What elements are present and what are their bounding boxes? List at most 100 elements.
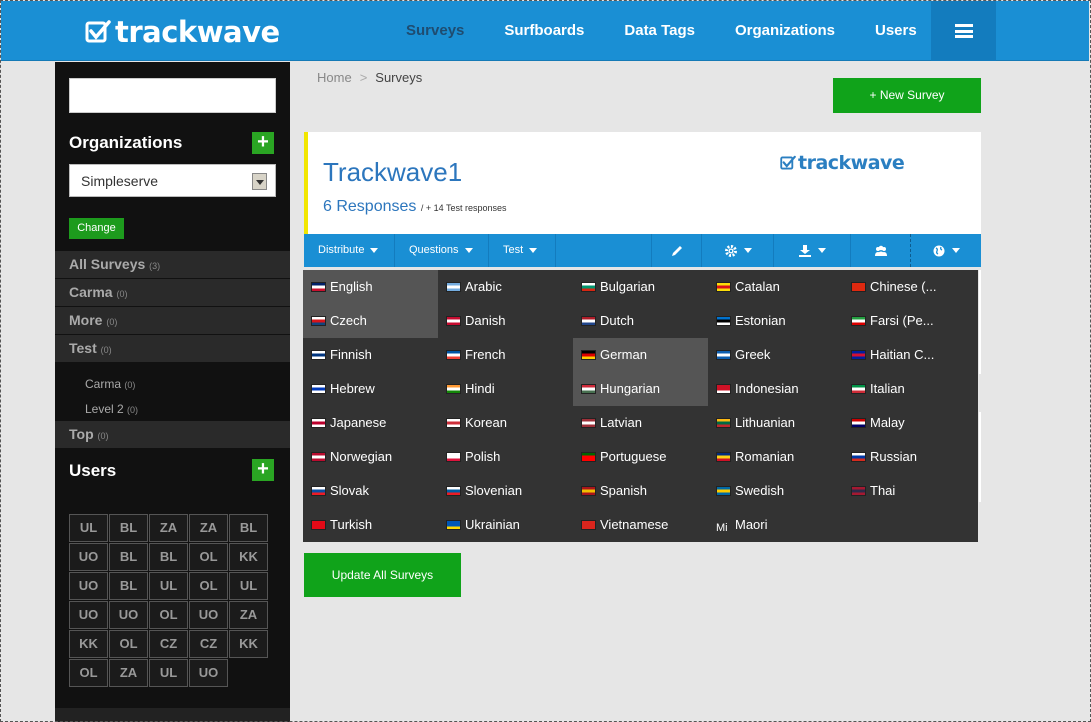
language-option[interactable]: Slovak <box>303 474 438 508</box>
update-all-surveys-button[interactable]: Update All Surveys <box>304 553 461 597</box>
language-option[interactable]: Arabic <box>438 270 573 304</box>
app-logo[interactable]: trackwave <box>85 15 280 49</box>
language-option[interactable]: Ukrainian <box>438 508 573 542</box>
language-option[interactable]: Finnish <box>303 338 438 372</box>
user-avatar-tile[interactable]: UO <box>189 659 228 687</box>
language-option[interactable]: Estonian <box>708 304 843 338</box>
group-test[interactable]: Test (0) <box>55 335 290 363</box>
language-option[interactable]: Mi Maori <box>708 508 843 542</box>
nav-data-tags[interactable]: Data Tags <box>604 1 715 61</box>
add-user-button[interactable]: + <box>252 459 274 481</box>
group-top[interactable]: Top (0) <box>55 421 290 449</box>
language-option[interactable]: Malay <box>843 406 978 440</box>
nav-organizations[interactable]: Organizations <box>715 1 855 61</box>
language-option[interactable]: Russian <box>843 440 978 474</box>
sidebar-search-input[interactable] <box>69 78 276 113</box>
language-dropdown[interactable] <box>910 234 981 267</box>
user-avatar-tile[interactable]: UO <box>109 601 148 629</box>
language-option[interactable]: Dutch <box>573 304 708 338</box>
language-option[interactable]: Indonesian <box>708 372 843 406</box>
user-avatar-tile[interactable]: KK <box>229 630 268 658</box>
user-avatar-tile[interactable]: UL <box>149 572 188 600</box>
user-avatar-tile[interactable]: BL <box>109 572 148 600</box>
language-option[interactable]: Greek <box>708 338 843 372</box>
questions-dropdown[interactable]: Questions <box>395 234 489 267</box>
collaborators-button[interactable] <box>850 234 910 267</box>
language-option[interactable]: Haitian C... <box>843 338 978 372</box>
language-option[interactable]: Lithuanian <box>708 406 843 440</box>
language-option[interactable]: Bulgarian <box>573 270 708 304</box>
language-option[interactable]: English <box>303 270 438 304</box>
user-avatar-tile[interactable]: BL <box>109 514 148 542</box>
responses-link[interactable]: 6 Responses <box>323 198 416 215</box>
user-avatar-tile[interactable]: ZA <box>109 659 148 687</box>
language-option[interactable]: Danish <box>438 304 573 338</box>
user-avatar-tile[interactable]: UL <box>69 514 108 542</box>
user-avatar-tile[interactable]: ZA <box>229 601 268 629</box>
subgroup-carma[interactable]: Carma (0) <box>55 371 290 396</box>
user-avatar-tile[interactable]: OL <box>189 572 228 600</box>
language-option[interactable]: German <box>573 338 708 372</box>
subgroup-level-2[interactable]: Level 2 (0) <box>55 396 290 421</box>
language-option[interactable]: Korean <box>438 406 573 440</box>
language-option[interactable]: Farsi (Pe... <box>843 304 978 338</box>
language-option[interactable]: Portuguese <box>573 440 708 474</box>
language-option[interactable]: French <box>438 338 573 372</box>
language-option[interactable]: Catalan <box>708 270 843 304</box>
user-avatar-tile[interactable]: UO <box>189 601 228 629</box>
language-option[interactable]: Vietnamese <box>573 508 708 542</box>
language-option[interactable]: Hindi <box>438 372 573 406</box>
user-avatar-tile[interactable]: BL <box>149 543 188 571</box>
user-avatar-tile[interactable]: CZ <box>149 630 188 658</box>
nav-surveys[interactable]: Surveys <box>386 1 484 61</box>
new-survey-button[interactable]: + New Survey <box>833 78 981 113</box>
download-dropdown[interactable] <box>773 234 850 267</box>
user-avatar-tile[interactable]: ZA <box>189 514 228 542</box>
settings-dropdown[interactable] <box>701 234 773 267</box>
nav-users[interactable]: Users <box>855 1 937 61</box>
user-avatar-tile[interactable]: OL <box>69 659 108 687</box>
language-option[interactable]: Latvian <box>573 406 708 440</box>
language-option[interactable]: Thai <box>843 474 978 508</box>
user-avatar-tile[interactable]: UL <box>149 659 188 687</box>
group-more[interactable]: More (0) <box>55 307 290 335</box>
add-organization-button[interactable]: + <box>252 132 274 154</box>
user-avatar-tile[interactable]: UO <box>69 543 108 571</box>
survey-title[interactable]: Trackwave1 <box>323 157 462 188</box>
language-option[interactable]: Turkish <box>303 508 438 542</box>
breadcrumb-home[interactable]: Home <box>317 70 352 85</box>
language-option[interactable]: Hebrew <box>303 372 438 406</box>
language-option[interactable]: Romanian <box>708 440 843 474</box>
language-option[interactable]: Japanese <box>303 406 438 440</box>
nav-surfboards[interactable]: Surfboards <box>484 1 604 61</box>
user-avatar-tile[interactable]: KK <box>229 543 268 571</box>
group-all-surveys[interactable]: All Surveys (3) <box>55 251 290 279</box>
language-option[interactable]: Slovenian <box>438 474 573 508</box>
user-avatar-tile[interactable]: KK <box>69 630 108 658</box>
user-avatar-tile[interactable]: OL <box>189 543 228 571</box>
user-avatar-tile[interactable]: UL <box>229 572 268 600</box>
user-avatar-tile[interactable]: OL <box>149 601 188 629</box>
user-avatar-tile[interactable]: UO <box>69 601 108 629</box>
user-avatar-tile[interactable]: UO <box>69 572 108 600</box>
language-option[interactable]: Polish <box>438 440 573 474</box>
distribute-dropdown[interactable]: Distribute <box>304 234 395 267</box>
organization-select[interactable]: Simpleserve <box>69 164 276 197</box>
user-avatar-tile[interactable]: OL <box>109 630 148 658</box>
language-option[interactable]: Italian <box>843 372 978 406</box>
user-avatar-tile[interactable]: ZA <box>149 514 188 542</box>
dropdown-arrow-icon[interactable] <box>252 173 267 190</box>
user-avatar-tile[interactable]: BL <box>229 514 268 542</box>
edit-button[interactable] <box>651 234 701 267</box>
language-option[interactable]: Czech <box>303 304 438 338</box>
menu-button[interactable] <box>931 1 996 61</box>
user-avatar-tile[interactable]: BL <box>109 543 148 571</box>
user-avatar-tile[interactable]: CZ <box>189 630 228 658</box>
test-dropdown[interactable]: Test <box>489 234 556 267</box>
change-organization-button[interactable]: Change <box>69 218 124 239</box>
language-option[interactable]: Hungarian <box>573 372 708 406</box>
language-option[interactable]: Spanish <box>573 474 708 508</box>
language-option[interactable]: Chinese (... <box>843 270 978 304</box>
group-carma[interactable]: Carma (0) <box>55 279 290 307</box>
language-option[interactable]: Swedish <box>708 474 843 508</box>
